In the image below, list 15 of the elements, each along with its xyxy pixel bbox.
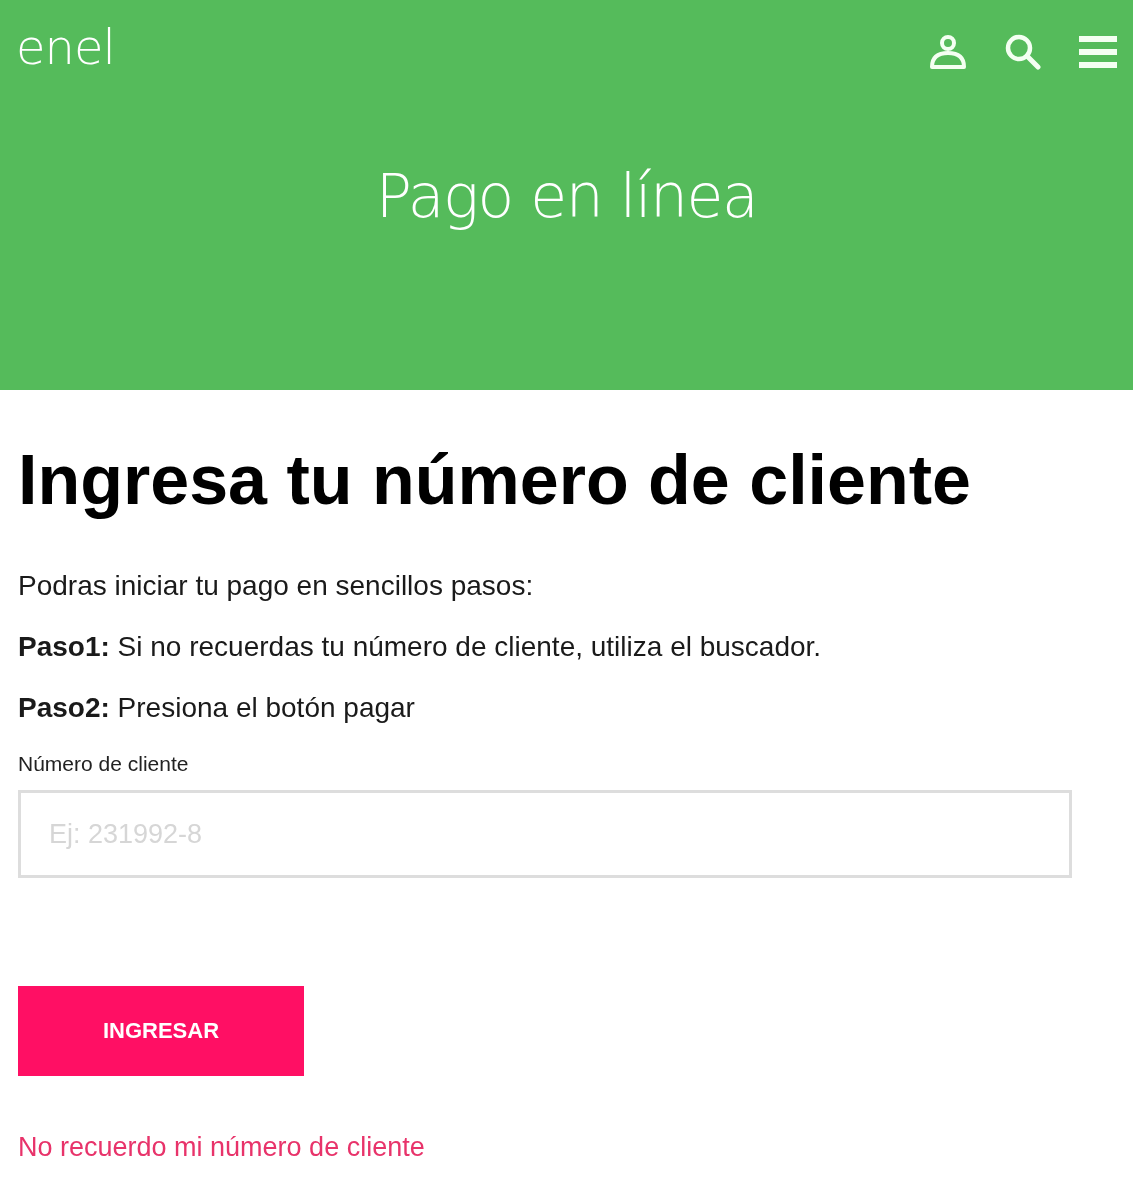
field-label: Número de cliente: [18, 752, 189, 776]
instruction-text: Paso1: Si no recuerdas tu número de cliente, utiliza el buscador.: [18, 631, 823, 663]
logo[interactable]: enel: [16, 23, 115, 71]
page-title: Pago en línea: [374, 160, 759, 232]
instruction-text: Podras iniciar tu pago en sencillos pasos:: [18, 570, 535, 602]
search-icon: [1005, 34, 1041, 70]
menu-icon: [1079, 36, 1117, 68]
instruction-text: Paso2: Presiona el botón pagar: [18, 692, 416, 724]
search-button[interactable]: [1005, 34, 1041, 70]
section-heading: Ingresa tu número de cliente: [18, 440, 972, 521]
submit-button[interactable]: INGRESAR: [18, 986, 304, 1076]
menu-button[interactable]: [1079, 36, 1117, 68]
forgot-number-link[interactable]: No recuerdo mi número de cliente: [18, 1131, 425, 1163]
account-button[interactable]: [929, 35, 967, 69]
user-icon: [929, 35, 967, 69]
